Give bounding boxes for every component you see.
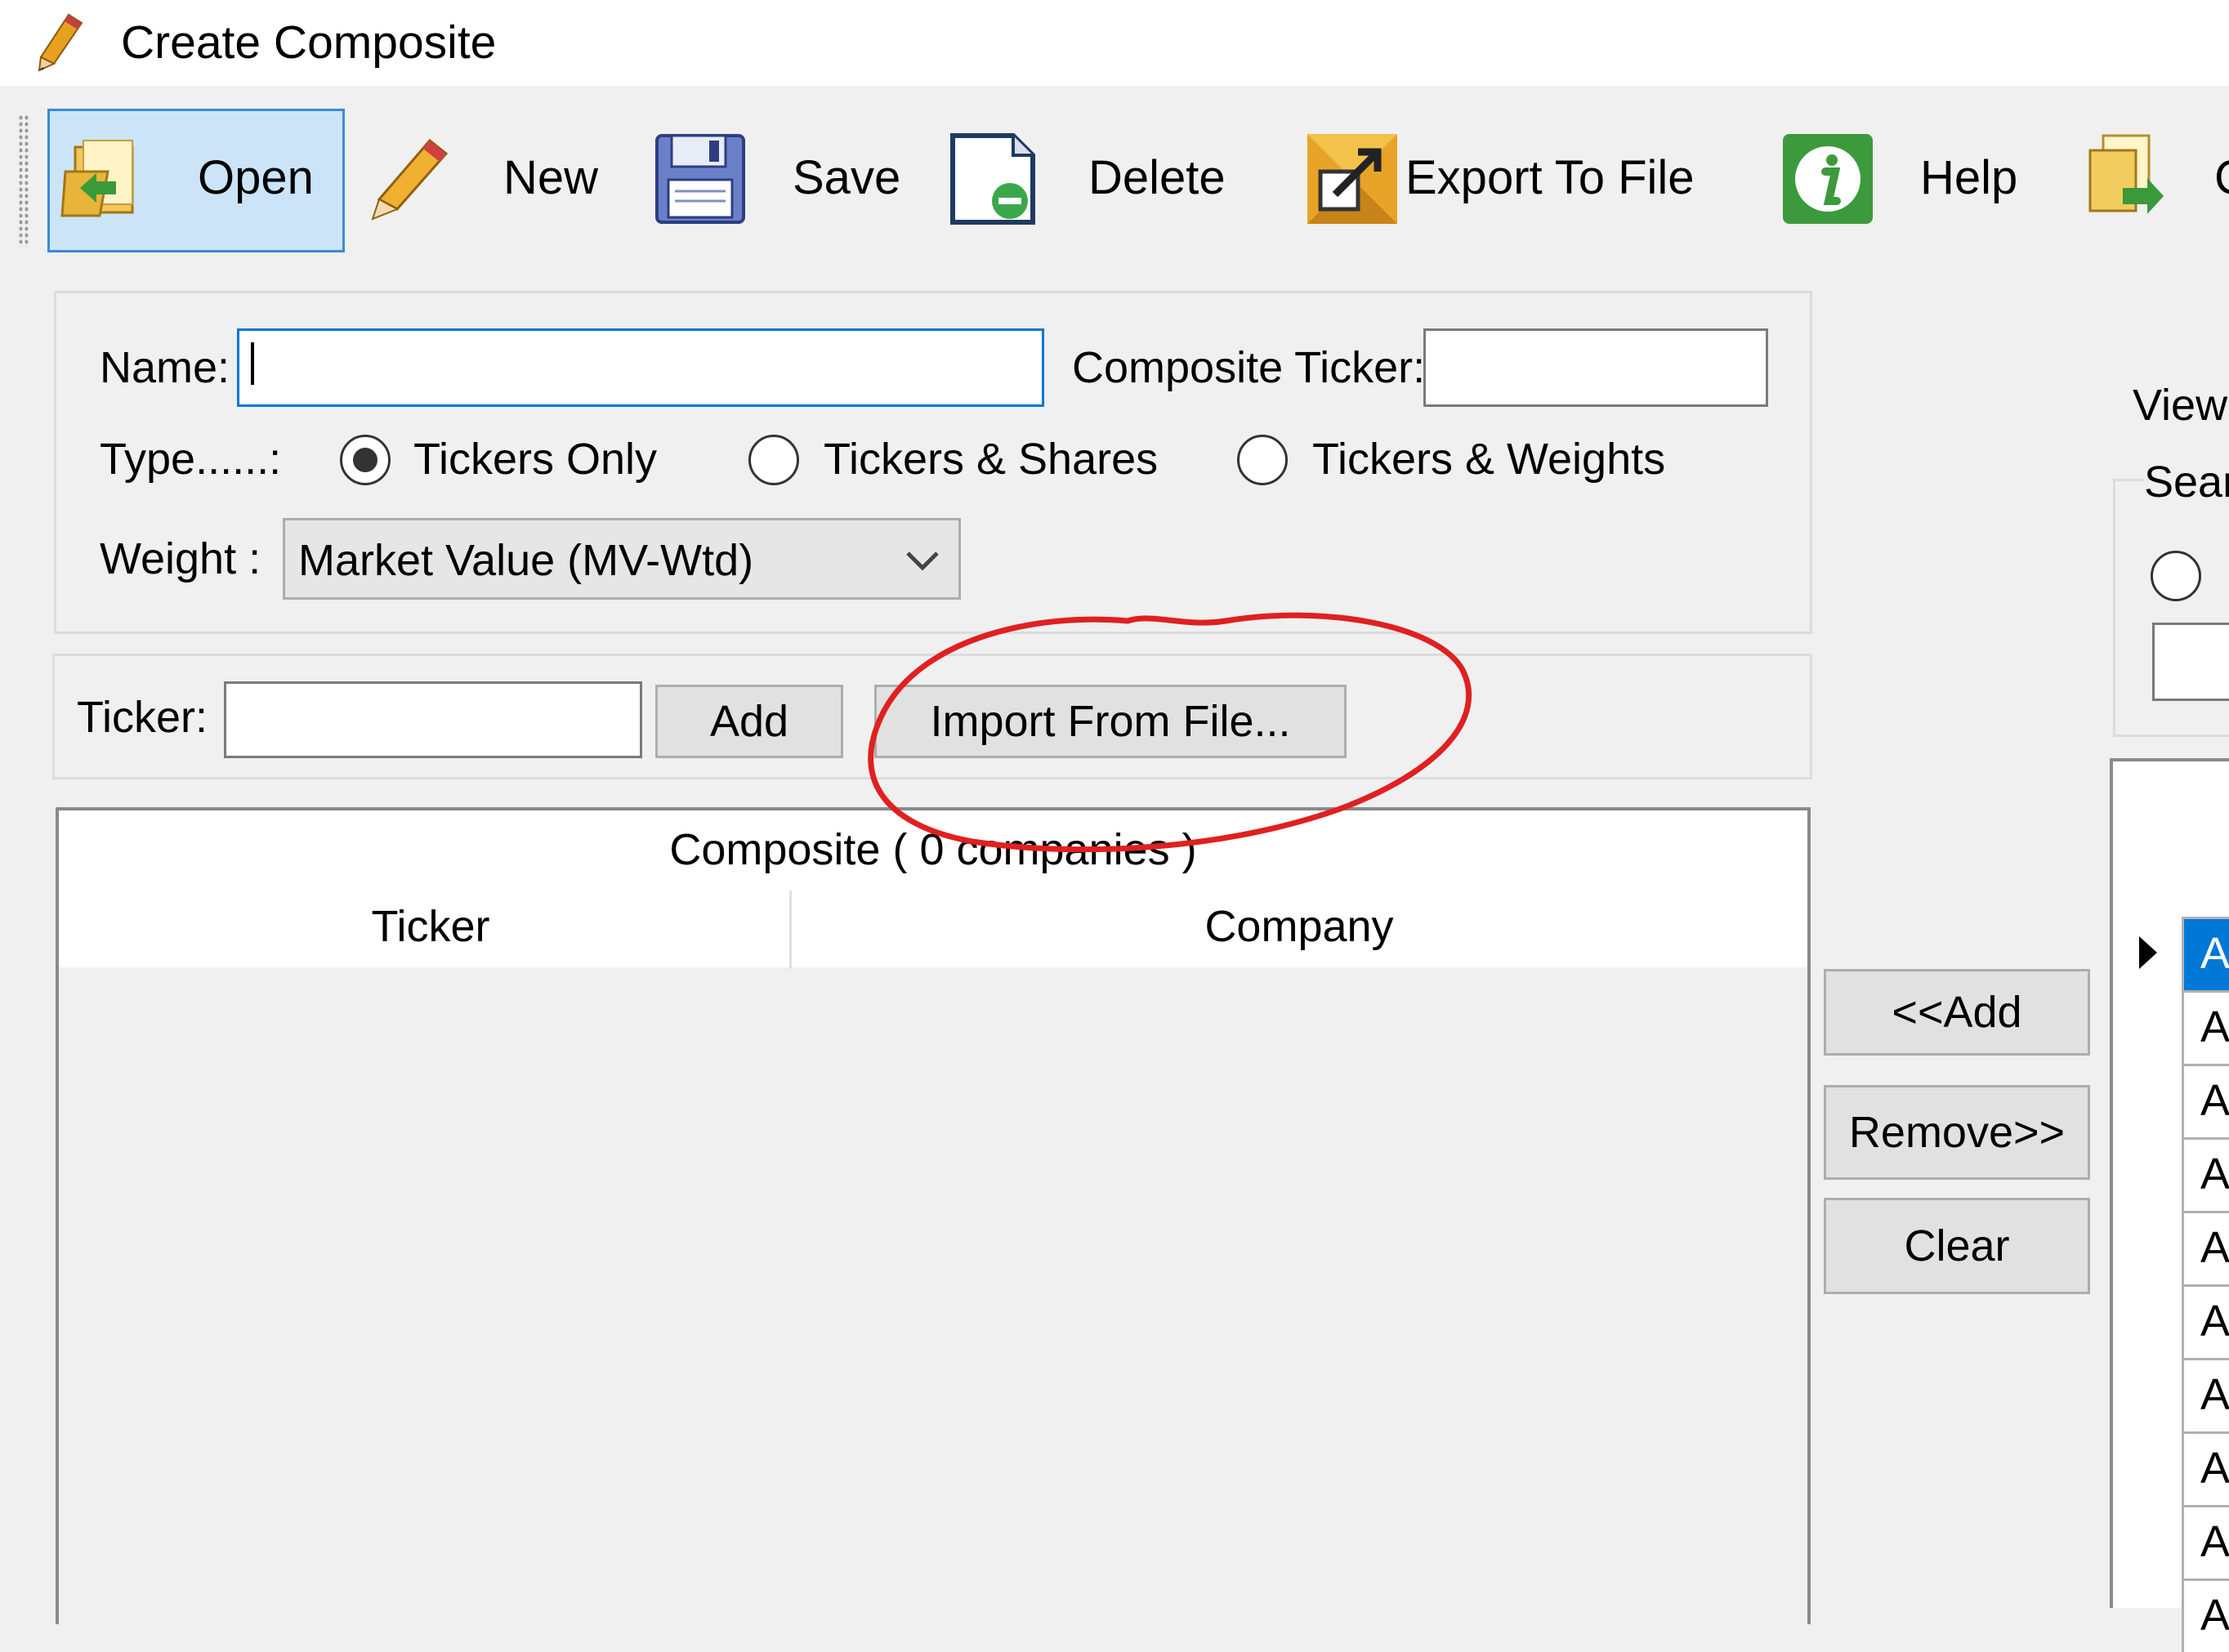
pencil-icon xyxy=(371,138,449,221)
column-header-ticker[interactable]: Ticker xyxy=(59,902,802,951)
radio-selected-dot xyxy=(353,448,377,472)
ticker-list-row[interactable]: A xyxy=(2182,1064,2229,1137)
copy-documents-icon xyxy=(2088,134,2164,214)
name-input[interactable] xyxy=(237,328,1044,407)
column-header-company[interactable]: Company xyxy=(793,902,1806,951)
weight-select[interactable]: Market Value (MV-Wtd) xyxy=(283,518,961,600)
composite-ticker-label: Composite Ticker: xyxy=(1072,343,1426,392)
toolbar-grip[interactable] xyxy=(18,114,29,247)
export-label: Export To File xyxy=(1405,151,1695,204)
search-input[interactable] xyxy=(2152,623,2229,701)
delete-document-icon xyxy=(950,133,1035,225)
chevron-down-icon xyxy=(906,551,939,571)
ticker-list-row[interactable]: A xyxy=(2182,1284,2229,1358)
ticker-list-row[interactable]: A xyxy=(2182,1211,2229,1284)
add-ticker-button[interactable]: Add xyxy=(655,685,843,758)
ticker-list-row[interactable]: A xyxy=(2182,990,2229,1064)
tickers-and-shares-label: Tickers & Shares xyxy=(824,435,1159,484)
ticker-list-row[interactable]: A xyxy=(2182,917,2229,990)
ticker-list-row[interactable]: A xyxy=(2182,1505,2229,1578)
help-label: Help xyxy=(1920,151,2018,204)
composite-ticker-input[interactable] xyxy=(1423,328,1768,407)
remove-from-composite-button[interactable]: Remove>> xyxy=(1824,1085,2090,1180)
ticker-label: Ticker: xyxy=(77,693,208,742)
row-pointer-icon xyxy=(2139,936,2157,969)
open-folder-icon xyxy=(60,140,134,217)
weight-label: Weight : xyxy=(100,534,261,583)
radio-tickers-and-shares[interactable] xyxy=(748,435,799,485)
tickers-and-weights-label: Tickers & Weights xyxy=(1312,435,1666,484)
search-radio[interactable] xyxy=(2151,551,2201,601)
annotation-circle xyxy=(868,612,1472,853)
radio-tickers-only[interactable] xyxy=(340,435,391,485)
ticker-input[interactable] xyxy=(224,681,642,758)
toolbar-cut-label: C xyxy=(2214,152,2229,204)
open-label: Open xyxy=(198,151,314,204)
new-label: New xyxy=(503,151,599,204)
clear-button[interactable]: Clear xyxy=(1824,1198,2090,1294)
ticker-list-row[interactable]: A xyxy=(2182,1137,2229,1211)
window-title: Create Composite xyxy=(121,16,497,69)
info-icon xyxy=(1783,134,1873,224)
add-to-composite-button[interactable]: <<Add xyxy=(1824,969,2090,1056)
tickers-only-label: Tickers Only xyxy=(413,435,658,484)
export-icon xyxy=(1307,134,1397,224)
weight-select-value: Market Value (MV-Wtd) xyxy=(298,536,754,585)
search-label: Sear xyxy=(2144,458,2229,507)
floppy-disk-icon xyxy=(655,134,745,224)
delete-label: Delete xyxy=(1088,151,1226,204)
ticker-list-row[interactable]: A xyxy=(2182,1578,2229,1652)
ticker-list-row[interactable]: A xyxy=(2182,1358,2229,1431)
pencil-icon xyxy=(38,13,83,72)
column-divider[interactable] xyxy=(789,891,792,969)
view-label: View xyxy=(2133,381,2228,430)
text-caret xyxy=(251,342,254,385)
type-label: Type......: xyxy=(100,435,282,484)
name-label: Name: xyxy=(100,343,230,392)
radio-tickers-and-weights[interactable] xyxy=(1237,435,1288,485)
ticker-list-row[interactable]: A xyxy=(2182,1431,2229,1505)
save-label: Save xyxy=(793,151,901,204)
